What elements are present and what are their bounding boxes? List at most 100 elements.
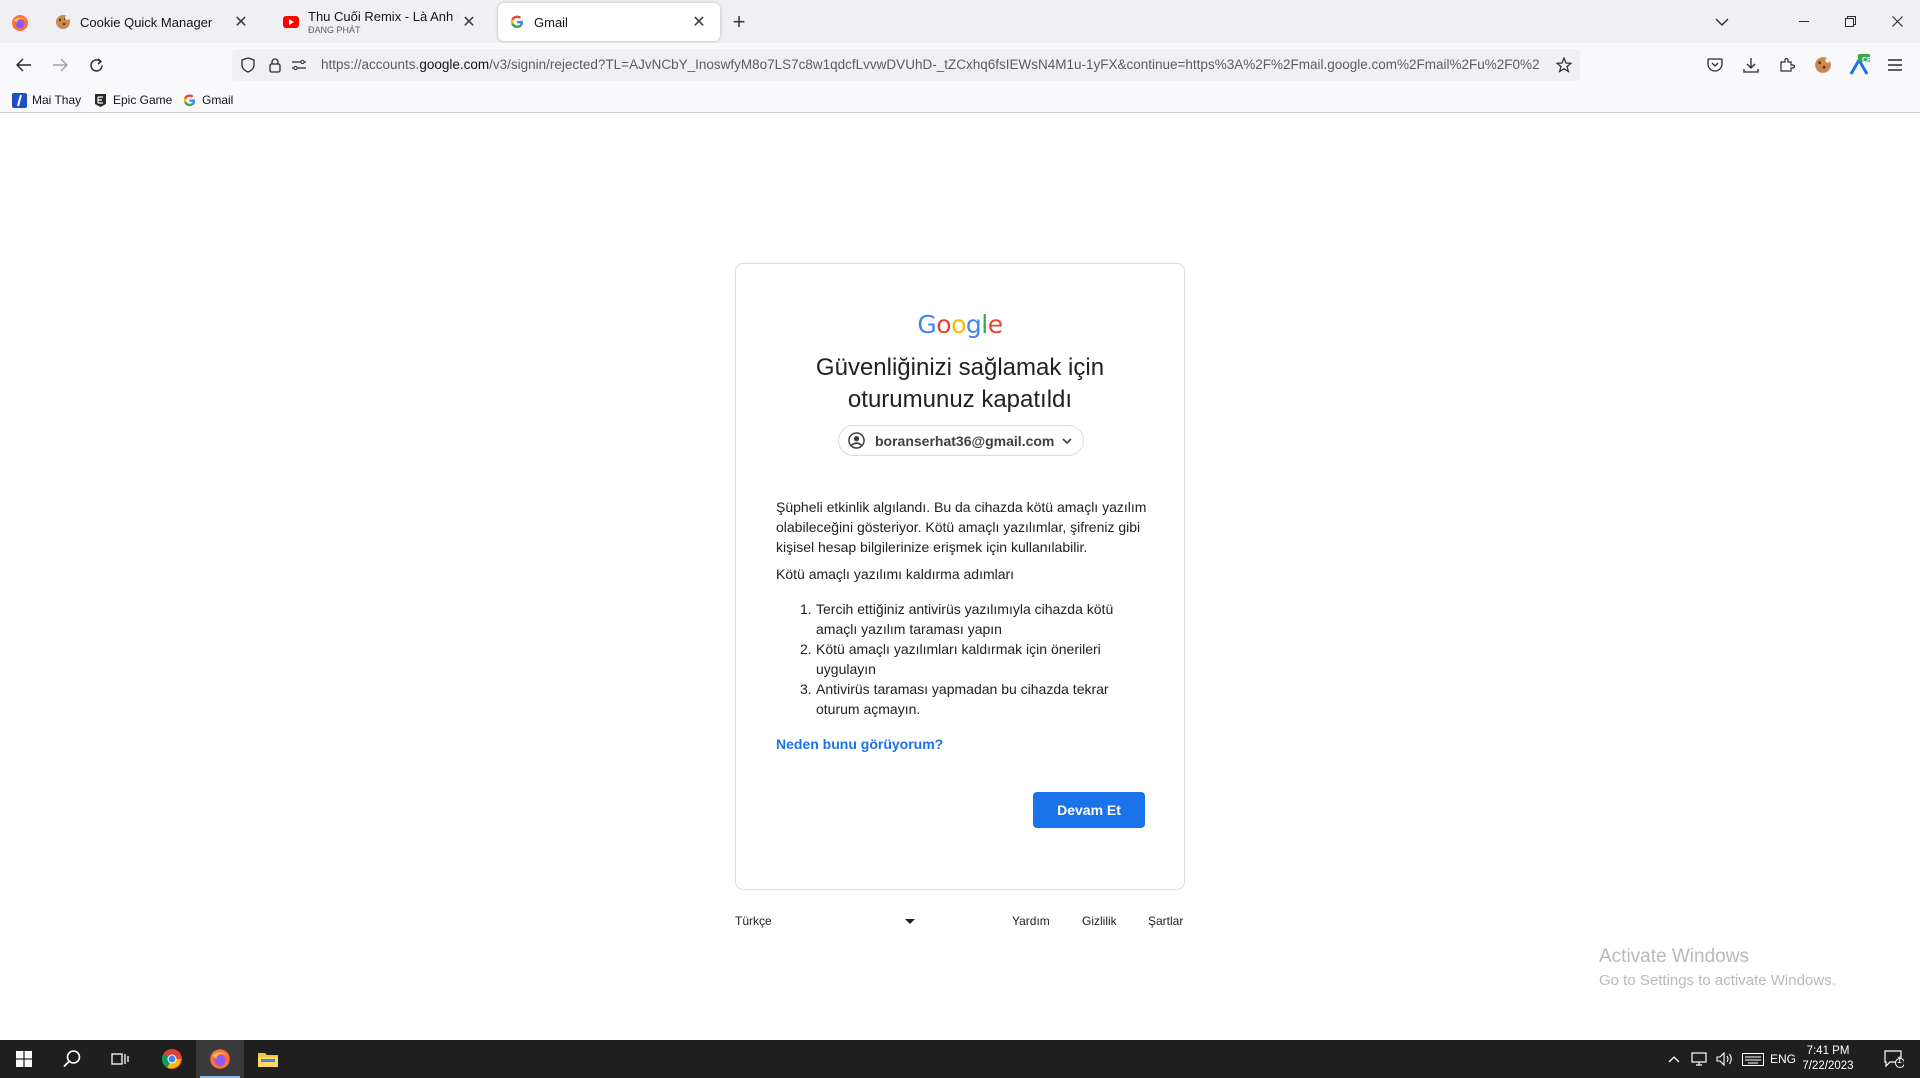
bookmark-epic-game[interactable]: Epic Game bbox=[92, 91, 172, 109]
task-view-icon[interactable] bbox=[96, 1040, 144, 1078]
logo-letter: g bbox=[965, 310, 982, 339]
lock-icon[interactable] bbox=[265, 55, 285, 75]
step-text: Kötü amaçlı yazılımları kaldırmak için ö… bbox=[816, 641, 1101, 677]
cookie-extension-icon[interactable] bbox=[1809, 51, 1837, 79]
list-all-tabs-icon[interactable] bbox=[1710, 10, 1734, 34]
language-select[interactable]: Türkçe bbox=[735, 914, 915, 928]
tab-playing-label: ĐANG PHÁT bbox=[308, 25, 361, 35]
new-tab-button[interactable]: + bbox=[726, 9, 752, 35]
tab-gmail[interactable]: Gmail ✕ bbox=[498, 3, 720, 41]
downloads-icon[interactable] bbox=[1737, 51, 1765, 79]
bookmark-label: Mai Thay bbox=[32, 93, 82, 107]
bookmarks-toolbar: Mai Thay Epic Game Gmail bbox=[0, 87, 1920, 113]
slash-logo-icon bbox=[11, 92, 27, 108]
google-g-icon bbox=[508, 13, 526, 31]
bookmark-mai-thay[interactable]: Mai Thay bbox=[11, 91, 81, 109]
system-clock[interactable]: 7:41 PM 7/22/2023 bbox=[1796, 1044, 1860, 1074]
warning-paragraph: Şüpheli etkinlik algılandı. Bu da cihazd… bbox=[776, 499, 1147, 555]
permissions-icon[interactable] bbox=[289, 55, 309, 75]
windows-taskbar: ENG 7:41 PM 7/22/2023 1 bbox=[0, 1040, 1920, 1078]
list-item: 1. Tercih ettiğiniz antivirüs yazılımıyla… bbox=[800, 599, 1156, 639]
list-item: 3. Antivirüs taraması yapmadan bu cihazda… bbox=[800, 679, 1156, 719]
logo-letter: e bbox=[987, 310, 1003, 339]
page-title: Güvenliğinizi sağlamak için oturumunuz k… bbox=[756, 352, 1164, 416]
removal-steps-list: 1. Tercih ettiğiniz antivirüs yazılımıyla… bbox=[800, 599, 1156, 719]
tab-title: Cookie Quick Manager bbox=[80, 14, 213, 30]
network-icon[interactable] bbox=[1686, 1040, 1712, 1078]
step-number: 3. bbox=[800, 681, 812, 697]
cr-extension-icon[interactable]: CR bbox=[1845, 51, 1873, 79]
restore-window-icon[interactable] bbox=[1827, 0, 1873, 43]
chevron-down-icon bbox=[1059, 433, 1075, 449]
language-selected: Türkçe bbox=[735, 914, 772, 928]
file-explorer-icon[interactable] bbox=[244, 1040, 292, 1078]
logo-letter: o bbox=[951, 310, 966, 339]
privacy-link[interactable]: Gizlilik bbox=[1082, 914, 1117, 928]
back-arrow-icon[interactable] bbox=[10, 51, 38, 79]
url-text[interactable]: https://accounts.google.com/v3/signin/re… bbox=[321, 57, 1541, 72]
extensions-puzzle-icon[interactable] bbox=[1773, 51, 1801, 79]
url-prefix: https://accounts. bbox=[321, 57, 420, 72]
tab-cookie-quick-manager[interactable]: Cookie Quick Manager ✕ bbox=[44, 3, 262, 41]
youtube-icon bbox=[282, 13, 300, 31]
terms-link[interactable]: Şartlar bbox=[1148, 914, 1183, 928]
menu-hamburger-icon[interactable] bbox=[1881, 51, 1909, 79]
url-path: /v3/signin/rejected?TL=AJvNCbY_InoswfyM8… bbox=[489, 57, 1540, 72]
volume-icon[interactable] bbox=[1712, 1040, 1738, 1078]
tab-bar: Cookie Quick Manager ✕ Thu Cuối Remix - … bbox=[0, 0, 1920, 43]
why-am-i-seeing-this-link[interactable]: Neden bunu görüyorum? bbox=[776, 736, 943, 752]
account-circle-icon bbox=[847, 432, 865, 450]
action-center-icon[interactable]: 1 bbox=[1872, 1040, 1916, 1078]
clock-date: 7/22/2023 bbox=[1802, 1060, 1854, 1072]
bookmark-star-icon[interactable] bbox=[1554, 55, 1574, 75]
epic-games-icon bbox=[92, 92, 108, 108]
cookie-icon bbox=[54, 13, 72, 31]
extension-badge: CR bbox=[1862, 57, 1873, 64]
tab-title: Thu Cuối Remix - Là Anh Remix bbox=[308, 9, 458, 24]
logo-letter: o bbox=[936, 310, 952, 339]
step-number: 2. bbox=[800, 641, 812, 657]
address-bar[interactable]: https://accounts.google.com/v3/signin/re… bbox=[232, 49, 1580, 81]
tracking-protection-shield-icon[interactable] bbox=[238, 55, 258, 75]
close-window-icon[interactable] bbox=[1874, 0, 1920, 43]
step-number: 1. bbox=[800, 601, 812, 617]
page-footer: Türkçe Yardım Gizlilik Şartlar bbox=[735, 910, 1185, 934]
url-host: google.com bbox=[419, 57, 490, 72]
touch-keyboard-icon[interactable] bbox=[1738, 1040, 1768, 1078]
continue-button[interactable]: Devam Et bbox=[1033, 792, 1145, 828]
show-hidden-icons-chevron-icon[interactable] bbox=[1662, 1040, 1686, 1078]
bookmark-gmail[interactable]: Gmail bbox=[181, 91, 233, 109]
forward-arrow-icon[interactable] bbox=[46, 51, 74, 79]
firefox-view-icon[interactable] bbox=[8, 11, 32, 35]
activate-windows-watermark: Activate Windows Go to Settings to activ… bbox=[1599, 946, 1836, 989]
bookmark-label: Gmail bbox=[202, 93, 234, 107]
notification-count: 1 bbox=[1897, 1055, 1903, 1065]
page-title-line: oturumunuz kapatıldı bbox=[847, 386, 1073, 413]
signin-rejected-card: Google Güvenliğinizi sağlamak için oturu… bbox=[735, 263, 1185, 890]
logo-letter: G bbox=[917, 310, 937, 339]
steps-heading: Kötü amaçlı yazılımı kaldırma adımları bbox=[776, 566, 1015, 582]
step-text: Tercih ettiğiniz antivirüs yazılımıyla c… bbox=[816, 601, 1114, 637]
google-g-icon bbox=[181, 92, 197, 108]
firefox-taskbar-icon[interactable] bbox=[196, 1040, 244, 1078]
input-language-indicator[interactable]: ENG bbox=[1768, 1040, 1798, 1078]
page-title-line: Güvenliğinizi sağlamak için bbox=[815, 354, 1105, 381]
close-tab-icon[interactable]: ✕ bbox=[230, 11, 252, 33]
tab-title-group: Thu Cuối Remix - Là Anh Remix ĐANG PHÁT bbox=[308, 9, 458, 35]
account-email: boranserhat36@gmail.com bbox=[875, 432, 1055, 449]
chrome-icon[interactable] bbox=[148, 1040, 196, 1078]
tab-youtube-music[interactable]: Thu Cuối Remix - Là Anh Remix ĐANG PHÁT … bbox=[272, 3, 490, 41]
watermark-title: Activate Windows bbox=[1599, 946, 1749, 967]
windows-start-icon[interactable] bbox=[0, 1040, 48, 1078]
close-tab-icon[interactable]: ✕ bbox=[688, 11, 710, 33]
search-icon[interactable] bbox=[48, 1040, 96, 1078]
clock-time: 7:41 PM bbox=[1806, 1045, 1850, 1057]
navigation-toolbar: https://accounts.google.com/v3/signin/re… bbox=[0, 43, 1920, 87]
help-link[interactable]: Yardım bbox=[1012, 914, 1050, 928]
reload-icon[interactable] bbox=[82, 51, 110, 79]
account-chooser-chip[interactable]: boranserhat36@gmail.com bbox=[838, 425, 1084, 456]
pocket-icon[interactable] bbox=[1701, 51, 1729, 79]
close-tab-icon[interactable]: ✕ bbox=[458, 11, 480, 33]
minimize-window-icon[interactable] bbox=[1781, 0, 1827, 43]
tab-title: Gmail bbox=[534, 14, 568, 30]
